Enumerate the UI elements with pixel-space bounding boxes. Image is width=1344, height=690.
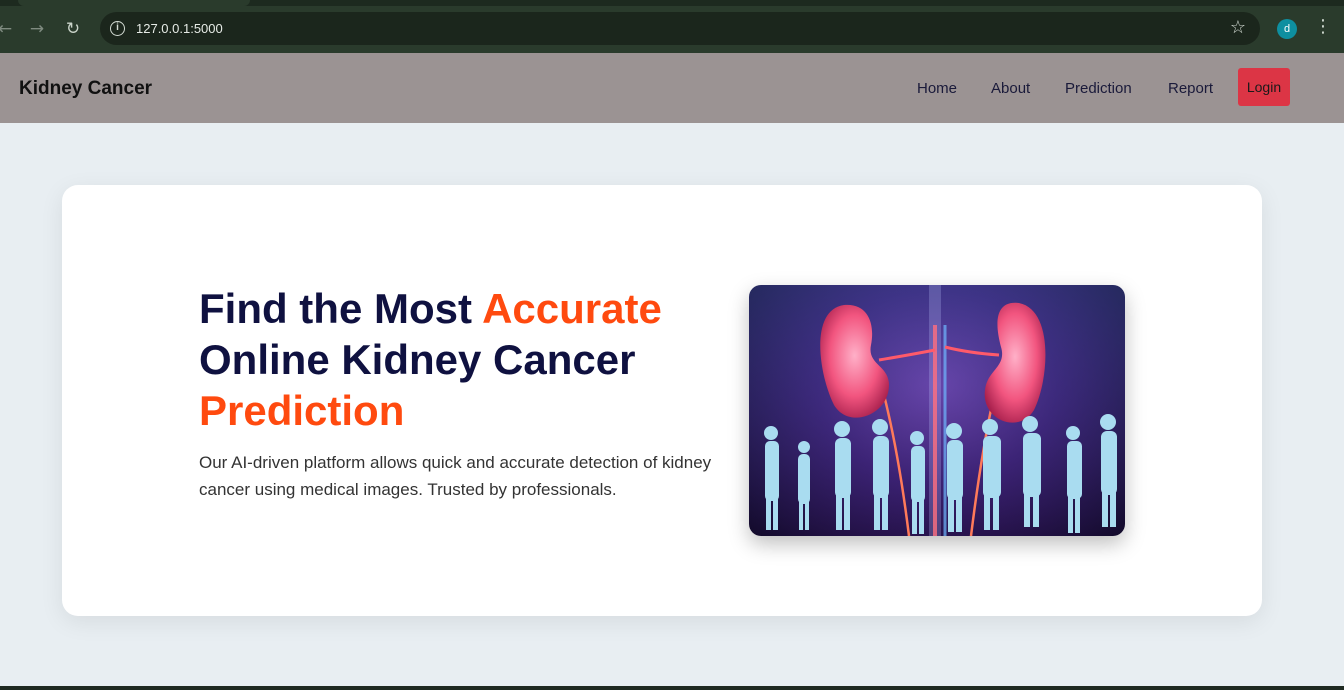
hero-title-accent-accurate: Accurate: [482, 285, 662, 332]
site-navbar: Kidney Cancer Home About Prediction Repo…: [0, 53, 1344, 123]
profile-avatar[interactable]: d: [1277, 19, 1297, 39]
nav-link-prediction[interactable]: Prediction: [1065, 80, 1132, 97]
forward-arrow-icon[interactable]: →: [24, 16, 50, 42]
nav-link-home[interactable]: Home: [917, 80, 957, 97]
hero-title: Find the Most Accurate Online Kidney Can…: [199, 283, 719, 436]
nav-link-about[interactable]: About: [991, 80, 1030, 97]
site-info-icon[interactable]: i: [110, 21, 125, 36]
hero-title-part1: Find the Most: [199, 285, 483, 332]
hero-description: Our AI-driven platform allows quick and …: [199, 453, 712, 499]
hero-title-part2: Online Kidney Cancer: [199, 336, 636, 383]
bookmark-star-icon[interactable]: ☆: [1230, 17, 1246, 38]
hero-title-accent-prediction: Prediction: [199, 387, 405, 434]
reload-icon[interactable]: ↻: [60, 16, 86, 42]
brand-logo-text[interactable]: Kidney Cancer: [19, 78, 152, 100]
bottom-edge: [0, 686, 1344, 690]
active-tab[interactable]: [18, 0, 250, 6]
nav-link-report[interactable]: Report: [1168, 80, 1213, 97]
kidney-illustration-image: [749, 285, 1125, 536]
url-text[interactable]: 127.0.0.1:5000: [136, 21, 223, 36]
login-button[interactable]: Login: [1238, 68, 1290, 106]
address-bar[interactable]: i 127.0.0.1:5000 ☆: [100, 12, 1260, 45]
browser-menu-icon[interactable]: ⋮: [1314, 16, 1332, 37]
browser-toolbar: ← → ↻ i 127.0.0.1:5000 ☆ d ⋮: [0, 0, 1344, 53]
tab-strip: [0, 0, 1344, 6]
hero-card: Find the Most Accurate Online Kidney Can…: [62, 185, 1262, 616]
back-arrow-icon[interactable]: ←: [0, 16, 18, 42]
